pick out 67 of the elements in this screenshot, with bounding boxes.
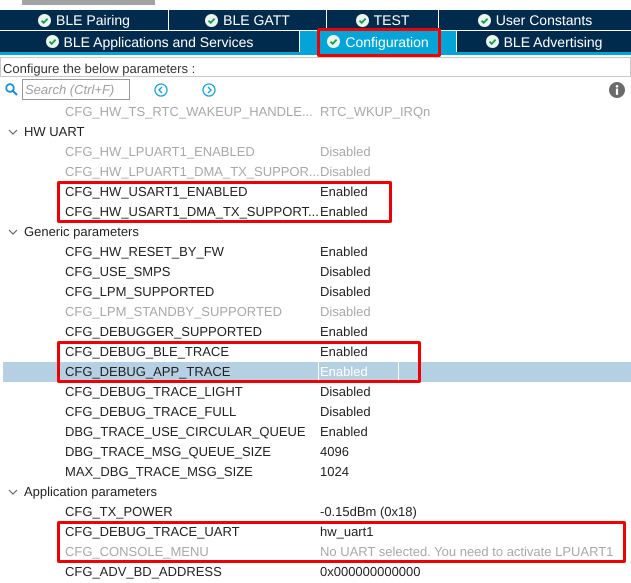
parameter-name: CFG_DEBUG_APP_TRACE bbox=[64, 363, 232, 382]
search-field[interactable]: Search (Ctrl+F) bbox=[22, 79, 130, 100]
parameter-value: RTC_WKUP_IRQn bbox=[319, 103, 432, 122]
parameter-value: Disabled bbox=[319, 383, 372, 402]
parameter-value: Enabled bbox=[319, 243, 369, 262]
search-icon[interactable] bbox=[5, 83, 18, 96]
parameter-value: Enabled bbox=[319, 423, 369, 442]
check-icon bbox=[327, 35, 340, 48]
parameter-value: 4096 bbox=[319, 443, 350, 462]
check-icon bbox=[38, 14, 52, 26]
parameter-value: 0x000000000000 bbox=[319, 563, 422, 582]
parameter-value: Enabled bbox=[319, 323, 369, 342]
parameter-name: CFG_LPM_SUPPORTED bbox=[64, 283, 216, 302]
info-icon[interactable] bbox=[609, 82, 625, 98]
parameter-value: No UART selected. You need to activate LPUART1 bbox=[319, 543, 614, 562]
parameter-value: -0.15dBm (0x18) bbox=[319, 503, 418, 522]
description-text: Configure the below parameters : bbox=[0, 57, 631, 77]
parameter-value: Disabled bbox=[319, 403, 372, 422]
parameter-name: CFG_DEBUGGER_SUPPORTED bbox=[64, 323, 263, 342]
check-icon bbox=[205, 14, 218, 26]
parameter-name: CFG_CONSOLE_MENU bbox=[64, 543, 210, 562]
parameter-name: DBG_TRACE_MSG_QUEUE_SIZE bbox=[64, 443, 272, 462]
check-icon bbox=[46, 35, 59, 48]
next-icon[interactable] bbox=[202, 82, 216, 96]
parameter-name: CFG_ADV_BD_ADDRESS bbox=[64, 563, 223, 582]
parameter-value: hw_uart1 bbox=[319, 523, 374, 542]
parameter-value: Disabled bbox=[319, 303, 372, 322]
parameter-value: Disabled bbox=[319, 263, 372, 282]
parameter-name: CFG_HW_USART1_ENABLED bbox=[64, 183, 249, 202]
expand-chevron-icon[interactable] bbox=[8, 487, 18, 497]
parameter-name: CFG_TX_POWER bbox=[64, 503, 174, 522]
tab[interactable]: BLE GATT bbox=[169, 10, 326, 30]
check-icon bbox=[356, 14, 369, 26]
parameter-value: Disabled bbox=[319, 163, 372, 182]
tab[interactable]: TEST bbox=[327, 10, 438, 30]
parameter-name: CFG_HW_USART1_DMA_TX_SUPPORT... bbox=[64, 203, 320, 222]
selected-row[interactable]: CFG_DEBUG_APP_TRACE Enabled bbox=[3, 362, 631, 382]
previous-icon[interactable] bbox=[154, 82, 168, 96]
group-label: Generic parameters bbox=[24, 223, 139, 242]
parameter-value: Enabled bbox=[319, 183, 369, 202]
tab[interactable]: BLE Pairing bbox=[0, 10, 168, 30]
parameter-name: MAX_DBG_TRACE_MSG_SIZE bbox=[64, 463, 254, 482]
group-label: Application parameters bbox=[24, 483, 157, 502]
parameter-name: CFG_HW_LPUART1_ENABLED bbox=[64, 143, 256, 162]
parameter-name: CFG_DEBUG_TRACE_LIGHT bbox=[64, 383, 244, 402]
parameter-name: CFG_HW_RESET_BY_FW bbox=[64, 243, 225, 262]
tab[interactable]: User Constants bbox=[439, 10, 631, 30]
parameter-value: 1024 bbox=[319, 463, 350, 482]
tab[interactable]: BLE Applications and Services bbox=[0, 31, 299, 52]
check-icon bbox=[486, 35, 499, 48]
parameter-name: CFG_HW_TS_RTC_WAKEUP_HANDLE... bbox=[64, 103, 314, 122]
parameter-value: Enabled bbox=[319, 343, 369, 362]
expand-chevron-icon[interactable] bbox=[8, 127, 18, 137]
parameter-name: CFG_HW_LPUART1_DMA_TX_SUPPOR... bbox=[64, 163, 320, 182]
parameter-value: Disabled bbox=[319, 283, 372, 302]
expand-chevron-icon[interactable] bbox=[8, 227, 18, 237]
parameter-value: Enabled bbox=[319, 203, 369, 222]
parameter-name: CFG_DEBUG_BLE_TRACE bbox=[64, 343, 230, 362]
parameter-name: DBG_TRACE_USE_CIRCULAR_QUEUE bbox=[64, 423, 307, 442]
parameter-value: Disabled bbox=[319, 143, 372, 162]
parameter-name: CFG_USE_SMPS bbox=[64, 263, 172, 282]
parameter-name: CFG_DEBUG_TRACE_FULL bbox=[64, 403, 238, 422]
parameter-name: CFG_LPM_STANDBY_SUPPORTED bbox=[64, 303, 283, 322]
group-label: HW UART bbox=[24, 123, 84, 142]
tab[interactable]: BLE Advertising bbox=[457, 31, 631, 52]
parameter-name: CFG_DEBUG_TRACE_UART bbox=[64, 523, 241, 542]
check-icon bbox=[478, 14, 491, 26]
